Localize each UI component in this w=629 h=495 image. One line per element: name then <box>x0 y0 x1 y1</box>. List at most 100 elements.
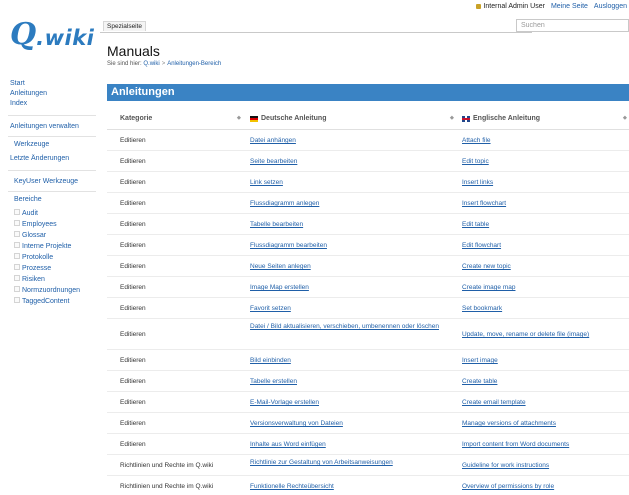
column-header-deutsch[interactable]: Deutsche Anleitung <box>250 115 326 122</box>
cell-english-link[interactable]: Edit flowchart <box>462 241 627 250</box>
table-row: Editieren Flussdiagramm bearbeiten Edit fl… <box>107 235 629 256</box>
sidebar-area-audit[interactable]: Audit <box>14 209 38 217</box>
table-body: Editieren Datei anhängen Attach file Editie… <box>107 130 629 495</box>
cell-kategorie: Editieren <box>120 200 146 207</box>
my-page-link[interactable]: Meine Seite <box>551 3 588 10</box>
cell-german-link[interactable]: Favorit setzen <box>250 304 450 313</box>
web-icon <box>14 220 20 226</box>
qwiki-logo[interactable]: Q .wiki <box>10 14 94 52</box>
cell-kategorie: Editieren <box>120 179 146 186</box>
cell-german-link[interactable]: Tabelle bearbeiten <box>250 220 450 229</box>
sidebar-link-start[interactable]: Start <box>10 80 25 87</box>
tab-special-page[interactable]: Spezialseite <box>103 21 147 31</box>
sort-icon[interactable]: ◆ <box>623 115 627 121</box>
sidebar-area-glossar[interactable]: Glossar <box>14 231 46 239</box>
cell-english-link[interactable]: Guideline for work instructions <box>462 461 627 470</box>
cell-english-link[interactable]: Create email template <box>462 398 627 407</box>
sidebar-area-employees[interactable]: Employees <box>14 220 57 228</box>
cell-german-link[interactable]: Datei / Bild aktualisieren, verschieben,… <box>250 322 450 331</box>
cell-kategorie: Editieren <box>120 399 146 406</box>
sidebar-divider <box>8 136 96 137</box>
search-input[interactable] <box>516 19 629 32</box>
cell-german-link[interactable]: Seite bearbeiten <box>250 157 450 166</box>
cell-kategorie: Editieren <box>120 441 146 448</box>
cell-kategorie: Editieren <box>120 331 146 338</box>
table-row: Editieren Seite bearbeiten Edit topic <box>107 151 629 172</box>
sidebar-area-taggedcontent[interactable]: TaggedContent <box>14 297 69 305</box>
cell-english-link[interactable]: Attach file <box>462 136 627 145</box>
user-area: Internal Admin User Meine Seite Auslogge… <box>476 3 627 10</box>
cell-german-link[interactable]: Versionsverwaltung von Dateien <box>250 419 450 428</box>
cell-english-link[interactable]: Edit topic <box>462 157 627 166</box>
table-row: Editieren Link setzen Insert links <box>107 172 629 193</box>
cell-kategorie: Editieren <box>120 420 146 427</box>
sidebar-area-protokolle[interactable]: Protokolle <box>14 253 53 261</box>
sidebar-areas[interactable]: Bereiche <box>14 196 42 203</box>
cell-kategorie: Editieren <box>120 284 146 291</box>
cell-german-link[interactable]: Inhalte aus Word einfügen <box>250 440 450 449</box>
sidebar-area-prozesse[interactable]: Prozesse <box>14 264 51 272</box>
sidebar-divider <box>8 170 96 171</box>
sidebar-area-risiken[interactable]: Risiken <box>14 275 45 283</box>
table-row: Editieren Tabelle bearbeiten Edit table <box>107 214 629 235</box>
cell-english-link[interactable]: Insert flowchart <box>462 199 627 208</box>
breadcrumb-item-qwiki[interactable]: Q.wiki <box>143 61 159 67</box>
table-row: Editieren E-Mail-Vorlage erstellen Create … <box>107 392 629 413</box>
web-icon <box>14 209 20 215</box>
sidebar-tools[interactable]: Werkzeuge <box>14 141 49 148</box>
cell-english-link[interactable]: Update, move, rename or delete file (ima… <box>462 330 627 339</box>
cell-english-link[interactable]: Create image map <box>462 283 627 292</box>
cell-kategorie: Editieren <box>120 378 146 385</box>
cell-kategorie: Richtlinien und Rechte im Q.wiki <box>120 483 214 490</box>
sidebar-divider <box>8 115 96 116</box>
table-row: Editieren Image Map erstellen Create image… <box>107 277 629 298</box>
cell-english-link[interactable]: Overview of permissions by role <box>462 482 627 491</box>
sidebar-link-recent-changes[interactable]: Letzte Änderungen <box>10 155 69 162</box>
sidebar-link-index[interactable]: Index <box>10 100 27 107</box>
sidebar-area-interne-projekte[interactable]: Interne Projekte <box>14 242 71 250</box>
column-header-kategorie[interactable]: Kategorie <box>120 115 152 122</box>
cell-german-link[interactable]: Richtlinie zur Gestaltung von Arbeitsanw… <box>250 458 450 467</box>
sidebar-area-normzuordnungen[interactable]: Normzuordnungen <box>14 286 80 294</box>
cell-english-link[interactable]: Set bookmark <box>462 304 627 313</box>
sidebar-link-manage[interactable]: Anleitungen verwalten <box>10 123 79 130</box>
table-row: Editieren Flussdiagramm anlegen Insert flo… <box>107 193 629 214</box>
table-row: Richtlinien und Rechte im Q.wiki Funktion… <box>107 476 629 495</box>
sort-icon[interactable]: ◆ <box>450 115 454 121</box>
table-row: Richtlinien und Rechte im Q.wiki Richtlin… <box>107 455 629 476</box>
cell-english-link[interactable]: Create table <box>462 377 627 386</box>
table-row: Editieren Versionsverwaltung von Dateien M… <box>107 413 629 434</box>
cell-german-link[interactable]: Flussdiagramm anlegen <box>250 199 450 208</box>
web-icon <box>14 264 20 270</box>
cell-german-link[interactable]: Tabelle erstellen <box>250 377 450 386</box>
cell-kategorie: Editieren <box>120 221 146 228</box>
cell-german-link[interactable]: Funktionelle Rechteübersicht <box>250 482 450 491</box>
table-row: Editieren Neue Seiten anlegen Create new t… <box>107 256 629 277</box>
cell-english-link[interactable]: Insert links <box>462 178 627 187</box>
web-icon <box>14 275 20 281</box>
sidebar-link-anleitungen[interactable]: Anleitungen <box>10 90 47 97</box>
cell-kategorie: Editieren <box>120 242 146 249</box>
page-title: Manuals <box>107 43 160 59</box>
logo-q: Q <box>10 17 37 52</box>
column-header-englisch[interactable]: Englische Anleitung <box>462 115 540 122</box>
cell-english-link[interactable]: Manage versions of attachments <box>462 419 627 428</box>
breadcrumb-item-area[interactable]: Anleitungen-Bereich <box>167 61 221 67</box>
cell-german-link[interactable]: Link setzen <box>250 178 450 187</box>
cell-german-link[interactable]: Image Map erstellen <box>250 283 450 292</box>
sidebar-keyuser-tools[interactable]: KeyUser Werkzeuge <box>14 178 78 185</box>
cell-german-link[interactable]: Datei anhängen <box>250 136 450 145</box>
cell-german-link[interactable]: Flussdiagramm bearbeiten <box>250 241 450 250</box>
sort-icon[interactable]: ◆ <box>237 115 241 121</box>
cell-english-link[interactable]: Edit table <box>462 220 627 229</box>
cell-german-link[interactable]: Bild einbinden <box>250 356 450 365</box>
table-row: Editieren Datei / Bild aktualisieren, ver… <box>107 319 629 350</box>
cell-english-link[interactable]: Import content from Word documents <box>462 440 627 449</box>
logout-link[interactable]: Ausloggen <box>594 3 627 10</box>
german-flag-icon <box>250 115 258 122</box>
cell-german-link[interactable]: E-Mail-Vorlage erstellen <box>250 398 450 407</box>
cell-english-link[interactable]: Insert image <box>462 356 627 365</box>
cell-german-link[interactable]: Neue Seiten anlegen <box>250 262 450 271</box>
table-row: Editieren Tabelle erstellen Create table <box>107 371 629 392</box>
cell-english-link[interactable]: Create new topic <box>462 262 627 271</box>
